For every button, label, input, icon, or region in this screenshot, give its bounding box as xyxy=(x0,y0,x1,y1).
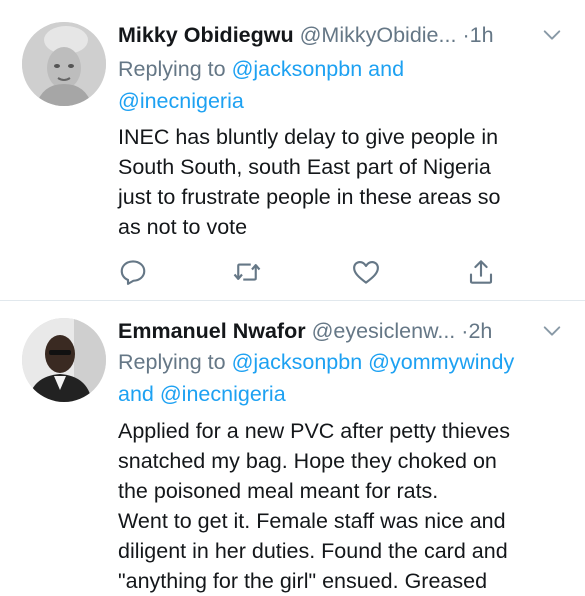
like-icon[interactable] xyxy=(351,257,381,287)
tweet-line: "anything for the girl" ensued. Greased xyxy=(118,569,488,593)
avatar[interactable] xyxy=(22,22,106,106)
tweet-line: Applied for a new PVC after petty thieve… xyxy=(118,419,510,443)
separator-dot: · xyxy=(462,23,470,47)
replying-to-label: Replying to xyxy=(118,350,226,374)
mention-link[interactable]: @jacksonpbn xyxy=(232,57,363,81)
replying-to: Replying to @jacksonpbn @yommywindy and … xyxy=(118,346,514,410)
user-handle[interactable]: @eyesiclenw... xyxy=(312,319,456,343)
share-icon[interactable] xyxy=(466,257,496,287)
tweet-line: diligent in her duties. Found the card a… xyxy=(118,539,508,563)
display-name[interactable]: Mikky Obidiegwu xyxy=(118,23,294,47)
display-name[interactable]: Emmanuel Nwafor xyxy=(118,319,306,343)
replying-to-label: Replying to xyxy=(118,57,226,81)
reply-icon[interactable] xyxy=(118,257,148,287)
tweet-text: INEC has bluntly delay to give people in… xyxy=(118,122,500,242)
tweet-header: Emmanuel Nwafor @eyesiclenw... ·2h xyxy=(118,316,571,346)
tweet-header: Mikky Obidiegwu @MikkyObidie... ·1h xyxy=(118,20,571,50)
chevron-down-icon[interactable] xyxy=(541,320,563,342)
tweet-line: snatched my bag. Hope they choked on xyxy=(118,449,497,473)
avatar[interactable] xyxy=(22,318,106,402)
tweet-line: South South, south East part of Nigeria xyxy=(118,155,491,179)
tweet-line: Went to get it. Female staff was nice an… xyxy=(118,509,506,533)
tweet[interactable]: Mikky Obidiegwu @MikkyObidie... ·1h Repl… xyxy=(0,0,585,300)
tweet-line: INEC has bluntly delay to give people in xyxy=(118,125,499,149)
tweet-text: Applied for a new PVC after petty thieve… xyxy=(118,416,510,596)
avatar-image xyxy=(22,22,106,106)
retweet-icon[interactable] xyxy=(232,257,262,287)
mention-link[interactable]: @inecnigeria xyxy=(160,382,286,406)
user-handle[interactable]: @MikkyObidie... xyxy=(300,23,457,47)
tweet[interactable]: Emmanuel Nwafor @eyesiclenw... ·2h Reply… xyxy=(0,301,585,593)
mention-link[interactable]: @yommywindy xyxy=(368,350,514,374)
reply-and[interactable]: and xyxy=(368,57,404,81)
avatar-image xyxy=(22,318,106,402)
timestamp[interactable]: 2h xyxy=(468,319,492,343)
timestamp[interactable]: 1h xyxy=(470,23,494,47)
replying-to: Replying to @jacksonpbn and @inecnigeria xyxy=(118,53,404,117)
mention-link[interactable]: @jacksonpbn xyxy=(232,350,363,374)
tweet-line: the poisoned meal meant for rats. xyxy=(118,479,439,503)
reply-and[interactable]: and xyxy=(118,382,154,406)
tweet-line: as not to vote xyxy=(118,215,248,239)
tweet-line: just to frustrate people in these areas … xyxy=(118,185,501,209)
tweet-actions xyxy=(118,257,498,287)
chevron-down-icon[interactable] xyxy=(541,24,563,46)
mention-link[interactable]: @inecnigeria xyxy=(118,89,244,113)
